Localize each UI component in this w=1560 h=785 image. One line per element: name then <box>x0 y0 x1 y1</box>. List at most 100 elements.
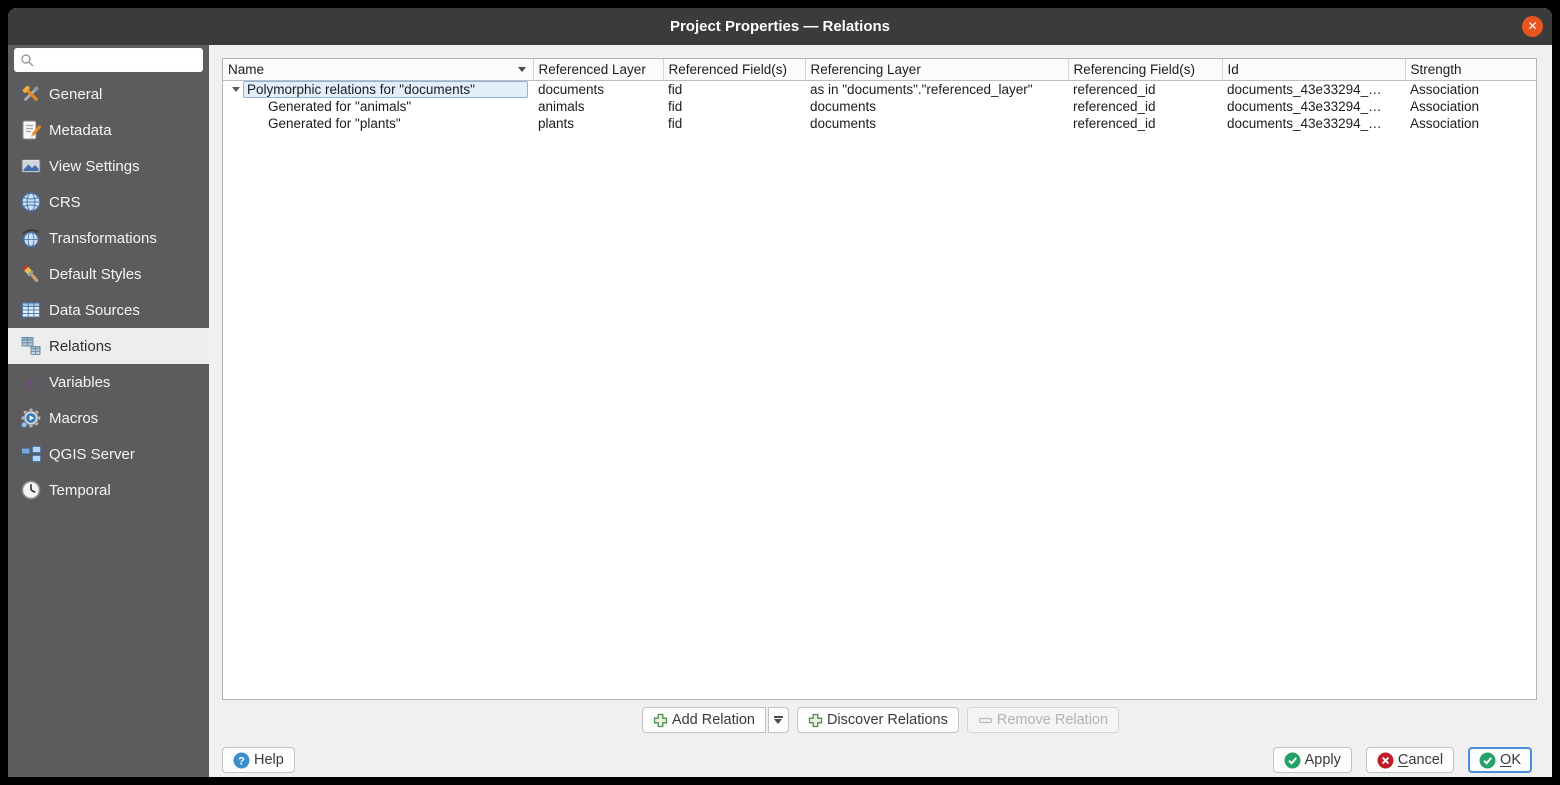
relations-panel: Name Referenced Layer Referenced Field(s… <box>209 45 1552 777</box>
plus-icon <box>653 713 668 728</box>
sidebar-item-label: Temporal <box>49 481 111 499</box>
relations-icon <box>20 335 42 357</box>
cell-referencing-fields[interactable]: referenced_id <box>1068 80 1222 98</box>
sidebar-item-label: Transformations <box>49 229 157 247</box>
remove-relation-button[interactable]: Remove Relation <box>966 707 1120 733</box>
svg-text:?: ? <box>238 755 245 767</box>
column-header-referencing-fields[interactable]: Referencing Field(s) <box>1068 59 1223 81</box>
table-header-row: Name Referenced Layer Referenced Field(s… <box>223 59 1536 81</box>
metadata-icon <box>20 119 42 141</box>
svg-text:ε: ε <box>25 372 35 394</box>
cell-strength[interactable]: Association <box>1405 80 1536 98</box>
sidebar-item-crs[interactable]: CRS <box>8 184 209 220</box>
table-icon <box>20 299 42 321</box>
sort-indicator-icon <box>517 66 526 72</box>
check-icon <box>1479 752 1496 769</box>
sidebar-item-qgis-server[interactable]: QGIS Server <box>8 436 209 472</box>
column-header-referenced-fields[interactable]: Referenced Field(s) <box>663 59 806 81</box>
server-icon <box>20 443 42 465</box>
cell-id[interactable]: documents_43e33294_… <box>1222 98 1405 115</box>
close-icon: ✕ <box>1527 19 1538 33</box>
clock-icon <box>20 479 42 501</box>
cell-referenced-fields[interactable]: fid <box>663 115 805 132</box>
table-row[interactable]: Polymorphic relations for "documents" do… <box>223 80 1536 98</box>
sidebar-item-transformations[interactable]: Transformations <box>8 220 209 256</box>
column-header-referenced-layer[interactable]: Referenced Layer <box>533 59 664 81</box>
gear-icon <box>20 407 42 429</box>
cell-referencing-layer[interactable]: documents <box>805 115 1068 132</box>
search-input[interactable] <box>14 48 203 72</box>
cell-referenced-layer[interactable]: animals <box>533 98 663 115</box>
sidebar-item-label: Metadata <box>49 121 112 139</box>
cell-name[interactable]: Generated for "plants" <box>223 115 533 132</box>
cell-referencing-fields[interactable]: referenced_id <box>1068 98 1222 115</box>
help-button[interactable]: ? Help <box>222 747 295 773</box>
sidebar-item-general[interactable]: General <box>8 76 209 112</box>
cell-referenced-fields[interactable]: fid <box>663 98 805 115</box>
sidebar-item-metadata[interactable]: Metadata <box>8 112 209 148</box>
sidebar-item-label: Default Styles <box>49 265 142 283</box>
sidebar-item-label: QGIS Server <box>49 445 135 463</box>
sidebar-item-variables[interactable]: ε Variables <box>8 364 209 400</box>
check-icon <box>1284 752 1301 769</box>
epsilon-icon: ε <box>20 371 42 394</box>
cell-name[interactable]: Generated for "animals" <box>223 98 533 115</box>
sidebar-item-view-settings[interactable]: View Settings <box>8 148 209 184</box>
sidebar-nav: General Metadata View Settings CRS Trans… <box>8 76 209 508</box>
cell-name[interactable]: Polymorphic relations for "documents" <box>223 80 533 98</box>
sidebar-item-default-styles[interactable]: Default Styles <box>8 256 209 292</box>
cell-referenced-layer[interactable]: plants <box>533 115 663 132</box>
view-settings-icon <box>20 155 42 177</box>
cell-id[interactable]: documents_43e33294_… <box>1222 80 1405 98</box>
column-header-referencing-layer[interactable]: Referencing Layer <box>805 59 1069 81</box>
sidebar-item-data-sources[interactable]: Data Sources <box>8 292 209 328</box>
apply-button[interactable]: Apply <box>1272 747 1352 773</box>
column-header-id[interactable]: Id <box>1222 59 1406 81</box>
project-properties-dialog: Project Properties — Relations ✕ General… <box>8 8 1552 777</box>
sidebar-item-label: CRS <box>49 193 81 211</box>
discover-relations-button[interactable]: Discover Relations <box>796 707 959 733</box>
cell-referencing-layer[interactable]: as in "documents"."referenced_layer" <box>805 80 1068 98</box>
relation-actions: Add Relation Discover Relations Remove R… <box>209 707 1552 733</box>
close-button[interactable]: ✕ <box>1522 16 1543 37</box>
cell-referenced-layer[interactable]: documents <box>533 80 663 98</box>
column-header-strength[interactable]: Strength <box>1405 59 1536 81</box>
cell-id[interactable]: documents_43e33294_… <box>1222 115 1405 132</box>
sidebar-item-label: Data Sources <box>49 301 140 319</box>
sidebar-item-macros[interactable]: Macros <box>8 400 209 436</box>
cell-referenced-fields[interactable]: fid <box>663 80 805 98</box>
cell-strength[interactable]: Association <box>1405 98 1536 115</box>
screen: Project Properties — Relations ✕ General… <box>0 0 1560 785</box>
expander-icon[interactable] <box>228 86 243 92</box>
cancel-button[interactable]: Cancel <box>1365 747 1455 773</box>
table-row[interactable]: Generated for "animals" animals fid docu… <box>223 98 1536 115</box>
plus-icon <box>808 713 823 728</box>
globe-arrows-icon <box>20 227 42 249</box>
selected-cell-text: Polymorphic relations for "documents" <box>243 80 528 98</box>
cell-referencing-layer[interactable]: documents <box>805 98 1068 115</box>
dialog-body: General Metadata View Settings CRS Trans… <box>8 45 1552 777</box>
help-icon: ? <box>233 752 250 769</box>
column-header-name[interactable]: Name <box>223 59 534 81</box>
sidebar-item-label: General <box>49 85 103 103</box>
tools-icon <box>20 83 42 105</box>
add-relation-button[interactable]: Add Relation <box>641 707 766 733</box>
ok-button[interactable]: OK <box>1468 747 1532 773</box>
globe-icon <box>20 191 42 213</box>
relations-table: Name Referenced Layer Referenced Field(s… <box>222 58 1537 700</box>
table-row[interactable]: Generated for "plants" plants fid docume… <box>223 115 1536 132</box>
sidebar-item-label: View Settings <box>49 157 140 175</box>
titlebar[interactable]: Project Properties — Relations ✕ <box>8 8 1552 45</box>
dialog-title: Project Properties — Relations <box>669 18 891 35</box>
add-relation-menu-button[interactable] <box>767 707 789 733</box>
cell-referencing-fields[interactable]: referenced_id <box>1068 115 1222 132</box>
cell-strength[interactable]: Association <box>1405 115 1536 132</box>
sidebar: General Metadata View Settings CRS Trans… <box>8 45 209 777</box>
sidebar-item-label: Relations <box>49 337 112 355</box>
chevron-down-icon <box>773 716 783 724</box>
sidebar-item-relations[interactable]: Relations <box>8 328 209 364</box>
sidebar-item-temporal[interactable]: Temporal <box>8 472 209 508</box>
paintbrush-icon <box>20 263 42 285</box>
minus-icon <box>978 713 993 728</box>
sidebar-item-label: Macros <box>49 409 99 427</box>
